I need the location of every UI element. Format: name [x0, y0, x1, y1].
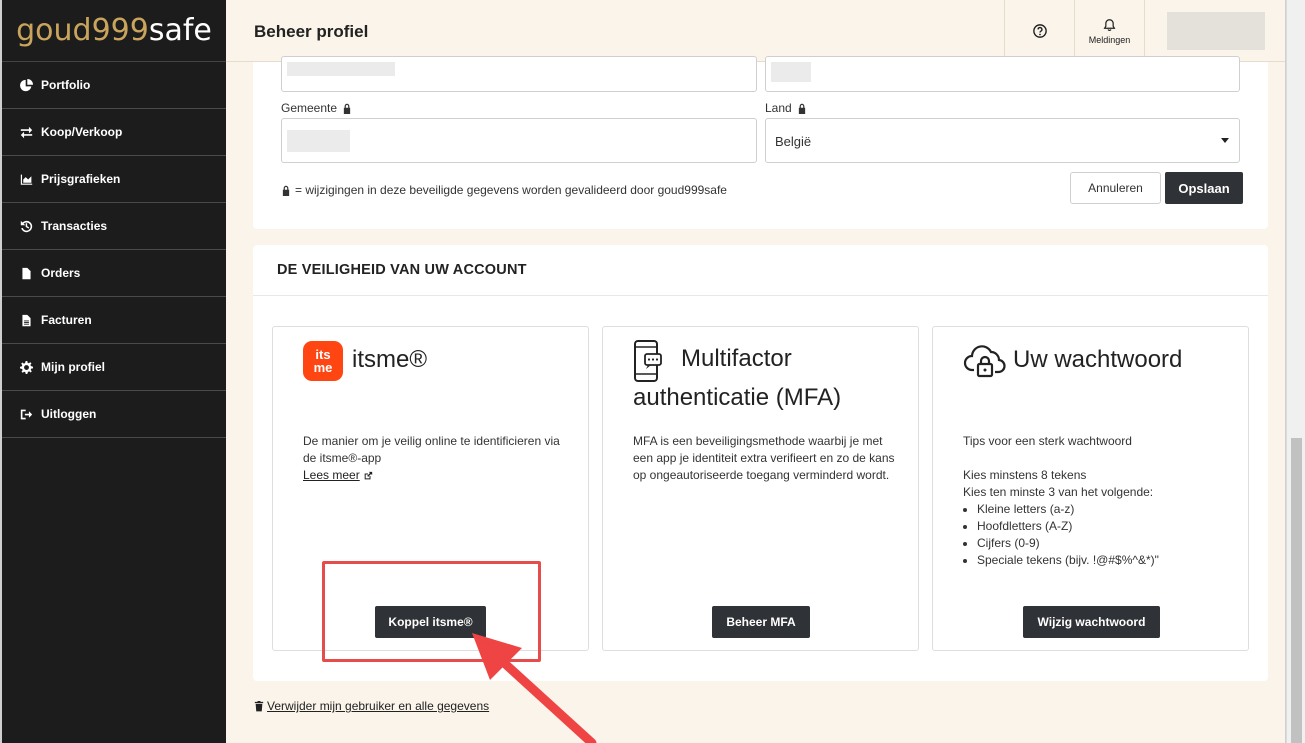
- section-title: DE VEILIGHEID VAN UW ACCOUNT: [277, 262, 527, 278]
- delete-account-link[interactable]: Verwijder mijn gebruiker en alle gegeven…: [254, 699, 489, 713]
- land-select-value: België: [775, 134, 812, 149]
- sidebar-item-prijsgrafieken[interactable]: Prijsgrafieken: [2, 156, 226, 203]
- profile-menu-button[interactable]: [1144, 0, 1286, 62]
- sidebar-item-label: Portfolio: [41, 78, 91, 92]
- bell-icon: [1103, 18, 1116, 31]
- sidebar-item-uitloggen[interactable]: Uitloggen: [2, 391, 226, 438]
- itsme-logo-bottom: me: [313, 360, 333, 375]
- gear-icon: [19, 360, 33, 374]
- password-min-length: Kies minstens 8 tekens: [963, 468, 1087, 482]
- secured-data-note-text: = wijzigingen in deze beveiligde gegeven…: [295, 183, 727, 197]
- pie-chart-icon: [19, 78, 33, 92]
- delete-account-label: Verwijder mijn gebruiker en alle gegeven…: [267, 699, 490, 713]
- top-header: Beheer profiel Meldingen: [226, 0, 1286, 62]
- profile-form-card: Gemeente Land België = wijzigingen in de…: [253, 56, 1268, 229]
- save-button[interactable]: Opslaan: [1165, 172, 1243, 204]
- itsme-description: De manier om je veilig online te identif…: [303, 434, 560, 465]
- beheer-mfa-button[interactable]: Beheer MFA: [712, 606, 810, 638]
- sidebar-item-label: Facturen: [41, 313, 92, 327]
- gemeente-label: Gemeente: [281, 101, 352, 115]
- sidebar-item-label: Koop/Verkoop: [41, 125, 123, 139]
- cloud-lock-icon: [963, 345, 1006, 378]
- avatar: [1166, 12, 1265, 50]
- divider: [253, 295, 1268, 296]
- file-text-icon: [19, 313, 33, 327]
- mfa-title: Multifactor authenticatie (MFA): [633, 345, 842, 411]
- sign-out-icon: [19, 407, 33, 421]
- sidebar-item-transacties[interactable]: Transacties: [2, 203, 226, 250]
- sidebar-item-facturen[interactable]: Facturen: [2, 297, 226, 344]
- brand-logo-gold: goud999: [16, 13, 149, 48]
- itsme-title: itsme®: [352, 346, 428, 373]
- land-label: Land: [765, 101, 807, 115]
- mfa-heading: Multifactor authenticatie (MFA): [633, 339, 903, 417]
- redacted-value: [771, 62, 811, 82]
- trash-icon: [254, 701, 264, 712]
- lock-icon: [282, 185, 290, 196]
- itsme-logo-icon: its me: [303, 341, 343, 381]
- password-tips: Tips voor een sterk wachtwoord Kies mins…: [963, 433, 1225, 569]
- history-icon: [19, 219, 33, 233]
- question-circle-icon: [1032, 24, 1047, 38]
- lock-icon: [798, 103, 805, 114]
- redacted-value: [287, 62, 395, 76]
- file-icon: [19, 266, 33, 280]
- list-item: Speciale tekens (bijv. !@#$%^&*)": [977, 552, 1225, 569]
- wijzig-wachtwoord-button[interactable]: Wijzig wachtwoord: [1023, 606, 1160, 638]
- phone-chat-icon: [634, 340, 662, 382]
- secured-data-note: = wijzigingen in deze beveiligde gegeven…: [281, 183, 727, 197]
- gemeente-field[interactable]: [281, 118, 757, 163]
- mfa-option-card: Multifactor authenticatie (MFA) MFA is e…: [602, 326, 919, 651]
- notifications-label: Meldingen: [1088, 34, 1131, 45]
- sidebar-item-label: Orders: [41, 266, 81, 280]
- caret-down-icon: [1221, 138, 1229, 143]
- list-item: Hoofdletters (A-Z): [977, 518, 1225, 535]
- page-title: Beheer profiel: [254, 22, 369, 41]
- area-chart-icon: [19, 172, 33, 186]
- lees-meer-label: Lees meer: [303, 468, 360, 482]
- brand-logo[interactable]: goud999safe: [2, 0, 226, 62]
- sidebar-item-label: Mijn profiel: [41, 360, 105, 374]
- mfa-description: MFA is een beveiligingsmethode waarbij j…: [633, 434, 895, 482]
- annotation-arrow-icon: [472, 633, 597, 743]
- list-item: Cijfers (0-9): [977, 535, 1225, 552]
- external-link-icon: [364, 471, 372, 479]
- list-item: Kleine letters (a-z): [977, 501, 1225, 518]
- password-rule-intro: Kies ten minste 3 van het volgende:: [963, 485, 1154, 499]
- vertical-scrollbar[interactable]: [1286, 0, 1305, 743]
- password-title: Uw wachtwoord: [1013, 346, 1183, 373]
- itsme-description-block: De manier om je veilig online te identif…: [303, 433, 565, 484]
- exchange-icon: [19, 125, 33, 139]
- lock-icon: [343, 103, 351, 114]
- sidebar-item-label: Uitloggen: [41, 407, 97, 421]
- sidebar-item-koop-verkoop[interactable]: Koop/Verkoop: [2, 109, 226, 156]
- sidebar-item-label: Prijsgrafieken: [41, 172, 121, 186]
- sidebar: goud999safe Portfolio Koop/Verkoop Prijs…: [0, 0, 226, 743]
- gemeente-label-text: Gemeente: [281, 101, 338, 115]
- password-tips-intro: Tips voor een sterk wachtwoord: [963, 434, 1132, 448]
- password-rules-list: Kleine letters (a-z) Hoofdletters (A-Z) …: [963, 501, 1225, 569]
- notifications-button[interactable]: Meldingen: [1074, 0, 1144, 62]
- sidebar-item-mijn-profiel[interactable]: Mijn profiel: [2, 344, 226, 391]
- address-field[interactable]: [281, 56, 757, 92]
- scrollbar-thumb[interactable]: [1291, 438, 1302, 743]
- sidebar-item-label: Transacties: [41, 219, 108, 233]
- help-button[interactable]: [1004, 0, 1074, 62]
- brand-logo-text: goud999safe: [16, 13, 212, 48]
- itsme-heading: its me itsme®: [303, 341, 428, 381]
- sidebar-item-portfolio[interactable]: Portfolio: [2, 62, 226, 109]
- password-heading: Uw wachtwoord: [963, 344, 1182, 379]
- lees-meer-link[interactable]: Lees meer: [303, 467, 373, 484]
- postcode-field[interactable]: [765, 56, 1240, 92]
- cancel-button[interactable]: Annuleren: [1070, 172, 1161, 204]
- redacted-value: [287, 130, 350, 152]
- sidebar-item-orders[interactable]: Orders: [2, 250, 226, 297]
- land-label-text: Land: [765, 101, 792, 115]
- password-option-card: Uw wachtwoord Tips voor een sterk wachtw…: [932, 326, 1249, 651]
- brand-logo-white: safe: [148, 13, 212, 48]
- land-select[interactable]: België: [765, 118, 1240, 163]
